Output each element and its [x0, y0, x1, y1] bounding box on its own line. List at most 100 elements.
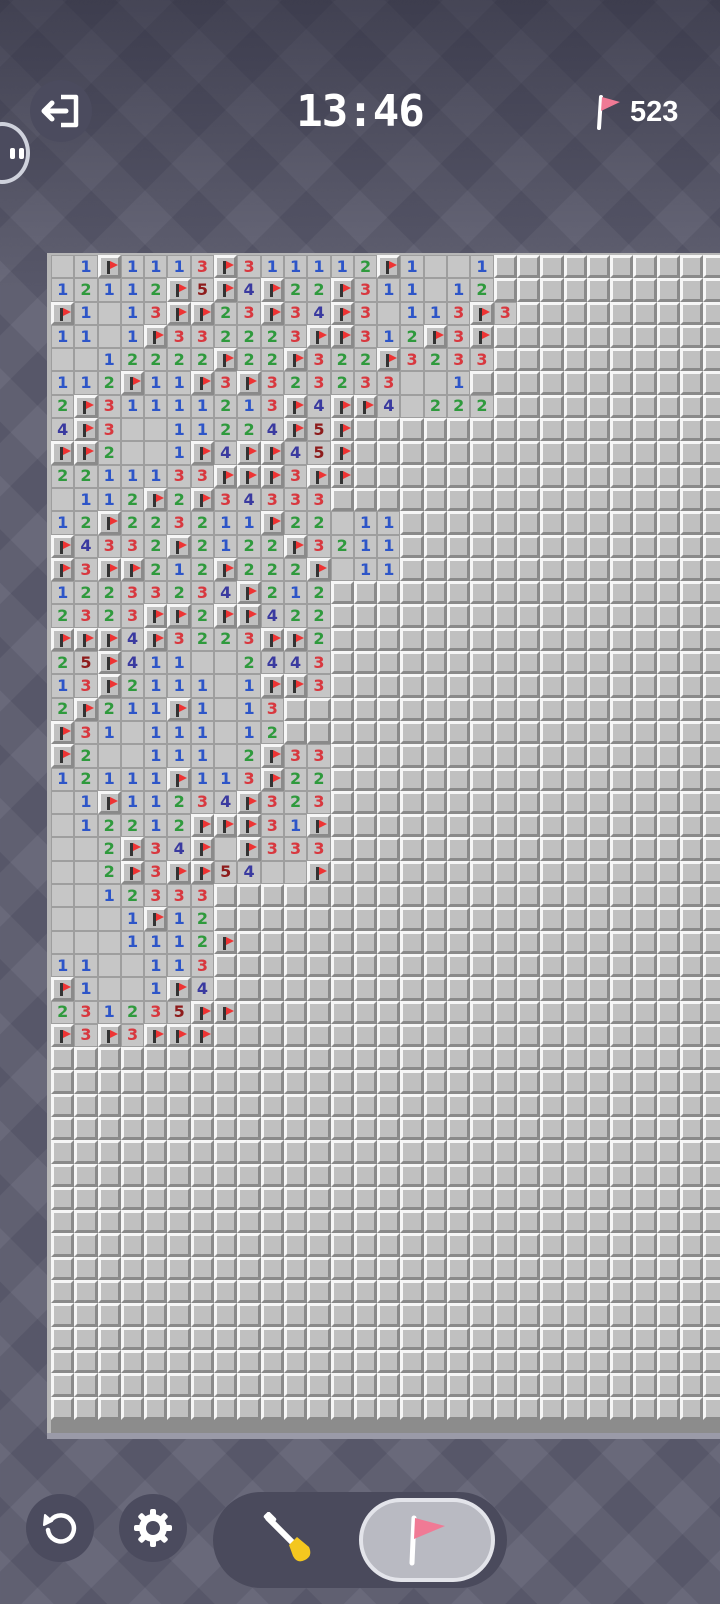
hidden-cell[interactable]	[703, 348, 720, 372]
hidden-cell[interactable]	[563, 837, 587, 861]
number-cell[interactable]: 2	[283, 767, 308, 791]
hidden-cell[interactable]	[377, 627, 401, 652]
empty-cell[interactable]	[214, 744, 238, 768]
minefield-grid[interactable]: 1111331111211121125422311121132334311331…	[51, 255, 720, 1420]
hidden-cell[interactable]	[470, 953, 494, 978]
hidden-cell[interactable]	[633, 557, 657, 582]
flagged-cell[interactable]	[214, 1000, 238, 1024]
hidden-cell[interactable]	[120, 1349, 145, 1374]
hidden-cell[interactable]	[586, 814, 611, 838]
hidden-cell[interactable]	[563, 1186, 587, 1211]
hidden-cell[interactable]	[703, 1373, 720, 1397]
number-cell[interactable]: 4	[214, 790, 238, 815]
hidden-cell[interactable]	[470, 581, 494, 605]
hidden-cell[interactable]	[656, 1373, 681, 1397]
hidden-cell[interactable]	[586, 394, 611, 419]
hidden-cell[interactable]	[516, 1093, 541, 1117]
hidden-cell[interactable]	[307, 930, 331, 954]
hidden-cell[interactable]	[400, 1163, 424, 1187]
hidden-cell[interactable]	[586, 487, 611, 512]
hidden-cell[interactable]	[377, 907, 401, 931]
flagged-cell[interactable]	[260, 511, 284, 535]
hidden-cell[interactable]	[610, 464, 634, 488]
hidden-cell[interactable]	[680, 581, 704, 605]
hidden-cell[interactable]	[470, 557, 494, 582]
flagged-cell[interactable]	[167, 604, 191, 628]
hidden-cell[interactable]	[703, 1326, 720, 1350]
number-cell[interactable]: 3	[214, 371, 238, 395]
hidden-cell[interactable]	[633, 651, 657, 675]
hidden-cell[interactable]	[680, 371, 704, 395]
number-cell[interactable]: 1	[167, 744, 191, 768]
hidden-cell[interactable]	[703, 907, 720, 931]
hidden-cell[interactable]	[703, 255, 720, 279]
number-cell[interactable]: 4	[377, 394, 401, 419]
hidden-cell[interactable]	[190, 1303, 215, 1327]
restart-button[interactable]	[26, 1494, 94, 1562]
number-cell[interactable]: 3	[74, 1023, 98, 1048]
number-cell[interactable]: 2	[74, 278, 98, 302]
number-cell[interactable]: 3	[283, 301, 308, 325]
hidden-cell[interactable]	[610, 860, 634, 885]
hidden-cell[interactable]	[400, 418, 424, 442]
hidden-cell[interactable]	[563, 1280, 587, 1304]
hidden-cell[interactable]	[493, 1303, 517, 1327]
number-cell[interactable]: 3	[307, 371, 331, 395]
empty-cell[interactable]	[97, 953, 121, 978]
hidden-cell[interactable]	[680, 697, 704, 721]
hidden-cell[interactable]	[703, 627, 720, 652]
hidden-cell[interactable]	[283, 1140, 308, 1164]
number-cell[interactable]: 3	[307, 534, 331, 558]
number-cell[interactable]: 1	[97, 720, 121, 745]
flagged-cell[interactable]	[214, 278, 238, 302]
hidden-cell[interactable]	[516, 1303, 541, 1327]
number-cell[interactable]: 1	[144, 394, 168, 419]
flagged-cell[interactable]	[307, 324, 331, 349]
hidden-cell[interactable]	[260, 884, 284, 908]
hidden-cell[interactable]	[516, 1233, 541, 1257]
hidden-cell[interactable]	[633, 697, 657, 721]
hidden-cell[interactable]	[633, 1023, 657, 1048]
hidden-cell[interactable]	[610, 604, 634, 628]
hidden-cell[interactable]	[656, 1140, 681, 1164]
hidden-cell[interactable]	[493, 394, 517, 419]
number-cell[interactable]: 2	[167, 348, 191, 372]
empty-cell[interactable]	[97, 744, 121, 768]
hidden-cell[interactable]	[97, 1186, 121, 1211]
number-cell[interactable]: 3	[167, 464, 191, 488]
hidden-cell[interactable]	[540, 1070, 564, 1094]
hidden-cell[interactable]	[97, 1326, 121, 1350]
hidden-cell[interactable]	[633, 1233, 657, 1257]
hidden-cell[interactable]	[563, 581, 587, 605]
empty-cell[interactable]	[120, 720, 145, 745]
hidden-cell[interactable]	[377, 1116, 401, 1141]
hidden-cell[interactable]	[703, 953, 720, 978]
hidden-cell[interactable]	[353, 1163, 378, 1187]
hidden-cell[interactable]	[423, 790, 448, 815]
number-cell[interactable]: 2	[214, 627, 238, 652]
hidden-cell[interactable]	[516, 837, 541, 861]
hidden-cell[interactable]	[167, 1303, 191, 1327]
hidden-cell[interactable]	[493, 837, 517, 861]
hidden-cell[interactable]	[260, 1140, 284, 1164]
number-cell[interactable]: 1	[97, 767, 121, 791]
hidden-cell[interactable]	[610, 278, 634, 302]
flagged-cell[interactable]	[97, 674, 121, 698]
hidden-cell[interactable]	[307, 1326, 331, 1350]
hidden-cell[interactable]	[540, 907, 564, 931]
hidden-cell[interactable]	[447, 511, 471, 535]
hidden-cell[interactable]	[516, 1256, 541, 1281]
number-cell[interactable]: 2	[283, 511, 308, 535]
hidden-cell[interactable]	[656, 557, 681, 582]
flagged-cell[interactable]	[167, 301, 191, 325]
hidden-cell[interactable]	[703, 837, 720, 861]
hidden-cell[interactable]	[703, 1070, 720, 1094]
number-cell[interactable]: 2	[237, 324, 261, 349]
number-cell[interactable]: 1	[167, 674, 191, 698]
number-cell[interactable]: 3	[190, 255, 215, 279]
flagged-cell[interactable]	[51, 977, 75, 1001]
number-cell[interactable]: 3	[144, 860, 168, 885]
hidden-cell[interactable]	[307, 1070, 331, 1094]
hidden-cell[interactable]	[680, 1280, 704, 1304]
hidden-cell[interactable]	[283, 1256, 308, 1281]
